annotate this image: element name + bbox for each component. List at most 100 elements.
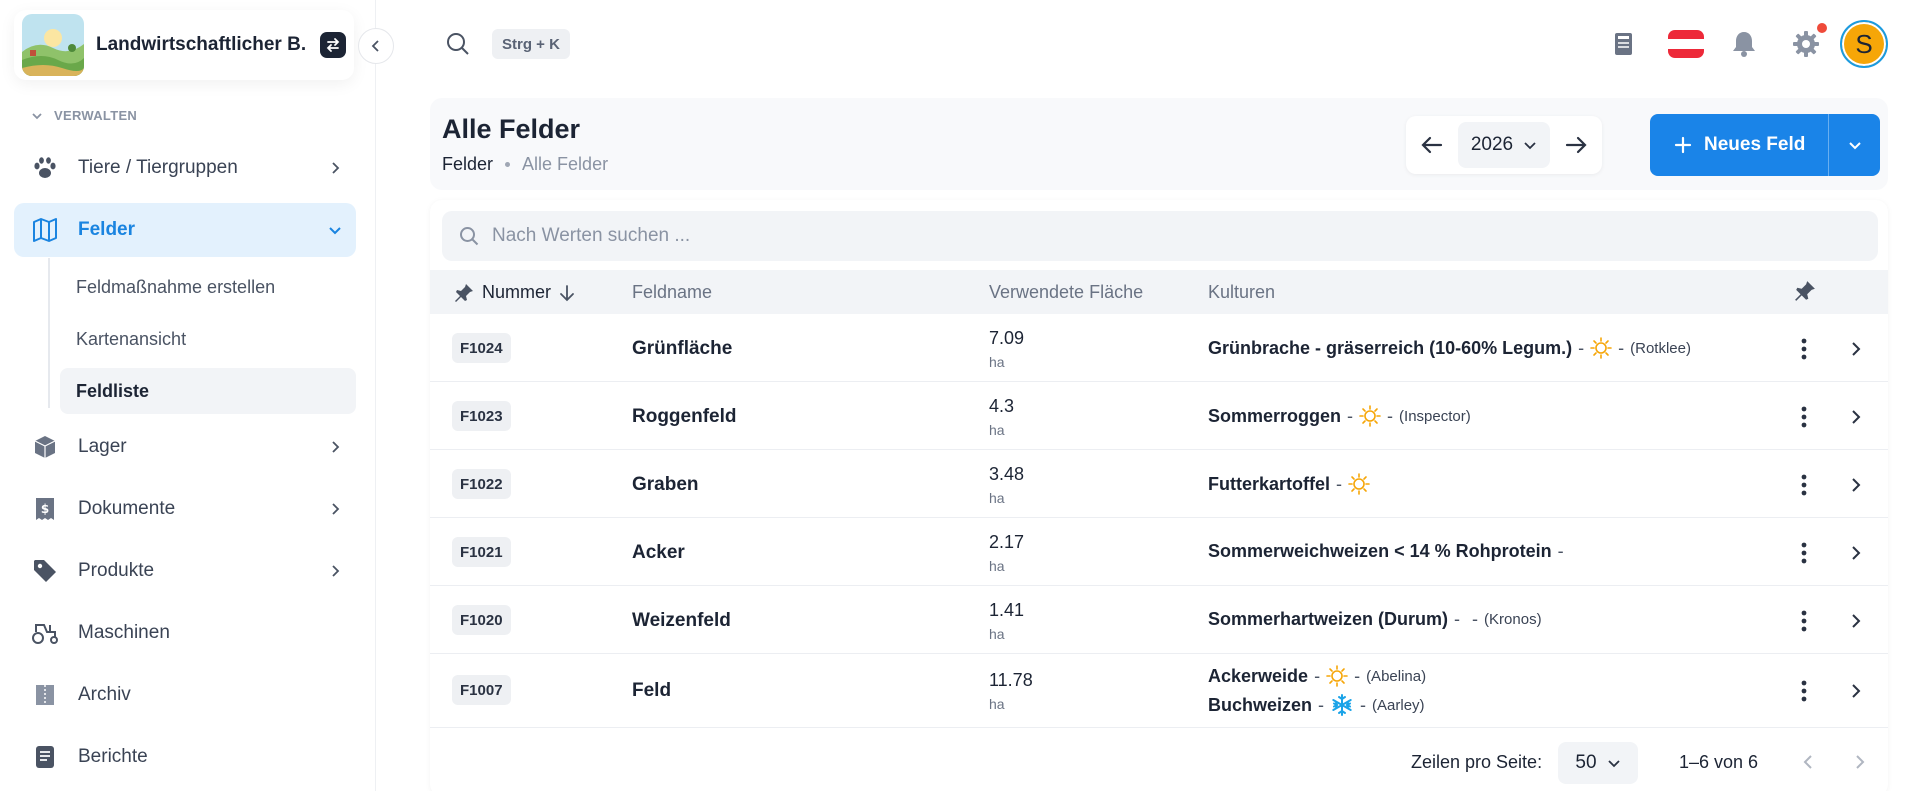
sidebar: Landwirtschaftlicher B... VERWALTEN Tier… bbox=[0, 0, 376, 791]
row-open-button[interactable] bbox=[1846, 471, 1866, 499]
new-field-options-button[interactable] bbox=[1829, 137, 1880, 153]
search-icon[interactable] bbox=[444, 30, 472, 58]
more-vertical-icon bbox=[1801, 610, 1807, 632]
user-avatar[interactable]: S bbox=[1840, 20, 1888, 68]
table-search[interactable] bbox=[442, 211, 1878, 261]
more-vertical-icon bbox=[1801, 542, 1807, 564]
culture-entry: Sommerhartweizen (Durum) - - (Kronos) bbox=[1208, 609, 1542, 629]
bell-icon[interactable] bbox=[1726, 26, 1762, 62]
collapse-sidebar-button[interactable] bbox=[358, 28, 394, 64]
sidebar-item-tiere[interactable]: Tiere / Tiergruppen bbox=[14, 141, 356, 195]
box-icon bbox=[30, 432, 60, 462]
chevron-right-icon bbox=[1856, 755, 1865, 769]
column-header-nummer[interactable]: Nummer bbox=[454, 282, 575, 303]
field-area: 7.09 bbox=[989, 328, 1025, 348]
more-vertical-icon bbox=[1801, 474, 1807, 496]
field-name: Graben bbox=[632, 474, 699, 495]
field-name: Feld bbox=[632, 680, 672, 701]
chevron-right-icon bbox=[332, 565, 340, 577]
row-menu-button[interactable] bbox=[1794, 539, 1814, 567]
submenu-line bbox=[48, 258, 50, 408]
sidebar-item-dokumente[interactable]: $ Dokumente bbox=[14, 482, 356, 536]
row-menu-button[interactable] bbox=[1794, 471, 1814, 499]
field-number-badge: F1022 bbox=[452, 469, 511, 499]
sidebar-subitem-feldliste[interactable]: Feldliste bbox=[60, 368, 356, 414]
tractor-icon bbox=[30, 618, 60, 648]
previous-page-button[interactable] bbox=[1794, 748, 1822, 776]
language-flag-icon[interactable] bbox=[1664, 26, 1708, 62]
culture-entry: Futterkartoffel - bbox=[1208, 473, 1370, 495]
pin-columns-icon[interactable] bbox=[1794, 280, 1816, 302]
page-title: Alle Felder bbox=[442, 114, 581, 144]
sidebar-item-lager[interactable]: Lager bbox=[14, 420, 356, 474]
sidebar-subitem-kartenansicht[interactable]: Kartenansicht bbox=[60, 316, 356, 362]
rows-per-page-select[interactable]: 50 bbox=[1558, 742, 1638, 784]
chevron-down-icon bbox=[32, 112, 42, 119]
row-open-button[interactable] bbox=[1846, 677, 1866, 705]
chevron-right-icon bbox=[332, 503, 340, 515]
column-header-feldname[interactable]: Feldname bbox=[632, 282, 712, 303]
field-name: Weizenfeld bbox=[632, 610, 731, 631]
map-icon bbox=[30, 215, 60, 245]
field-area: 11.78 bbox=[989, 670, 1033, 690]
sidebar-item-berichte[interactable]: Berichte bbox=[14, 730, 356, 784]
field-name: Grünfläche bbox=[632, 338, 733, 359]
culture-entry: Buchweizen - - (Aarley) bbox=[1208, 693, 1425, 717]
sidebar-item-maschinen[interactable]: Maschinen bbox=[14, 606, 356, 660]
sidebar-item-archiv[interactable]: Archiv bbox=[14, 668, 356, 722]
row-open-button[interactable] bbox=[1846, 607, 1866, 635]
culture-entry: Grünbrache - gräserreich (10-60% Legum.)… bbox=[1208, 337, 1691, 359]
column-header-kulturen[interactable]: Kulturen bbox=[1208, 282, 1275, 303]
breadcrumb-felder[interactable]: Felder bbox=[442, 154, 493, 175]
row-open-button[interactable] bbox=[1846, 539, 1866, 567]
farm-switcher[interactable]: Landwirtschaftlicher B... bbox=[14, 10, 354, 80]
previous-year-button[interactable] bbox=[1406, 116, 1458, 174]
sidebar-subitem-feldmassnahme[interactable]: Feldmaßnahme erstellen bbox=[60, 264, 356, 310]
chevron-right-icon bbox=[1852, 546, 1861, 560]
arrow-down-icon bbox=[560, 284, 574, 301]
field-number-badge: F1021 bbox=[452, 537, 511, 567]
field-area-unit: ha bbox=[989, 626, 1005, 642]
chevron-right-icon bbox=[1852, 478, 1861, 492]
year-dropdown[interactable]: 2026 bbox=[1457, 122, 1551, 168]
next-page-button[interactable] bbox=[1846, 748, 1874, 776]
row-menu-button[interactable] bbox=[1794, 403, 1814, 431]
plus-icon bbox=[1674, 136, 1692, 154]
row-menu-button[interactable] bbox=[1794, 677, 1814, 705]
sun-icon bbox=[1326, 665, 1348, 687]
section-verwalten[interactable]: VERWALTEN bbox=[30, 108, 137, 123]
row-menu-button[interactable] bbox=[1794, 607, 1814, 635]
culture-entry: Ackerweide - - (Abelina) bbox=[1208, 665, 1427, 687]
more-vertical-icon bbox=[1801, 338, 1807, 360]
search-icon bbox=[460, 227, 479, 246]
breadcrumb: Felder Alle Felder bbox=[442, 154, 608, 175]
row-menu-button[interactable] bbox=[1794, 335, 1814, 363]
snowflake-icon bbox=[1330, 693, 1354, 717]
farm-name: Landwirtschaftlicher B... bbox=[96, 34, 306, 55]
field-area-unit: ha bbox=[989, 558, 1005, 574]
rows-per-page-label: Zeilen pro Seite: bbox=[1411, 752, 1543, 772]
book-icon[interactable] bbox=[1606, 26, 1642, 62]
chevron-left-icon bbox=[1803, 755, 1812, 769]
chevron-right-icon bbox=[1852, 614, 1861, 628]
next-year-button[interactable] bbox=[1550, 116, 1602, 174]
year-selector: 2026 bbox=[1406, 116, 1602, 174]
notification-dot bbox=[1817, 23, 1827, 33]
row-open-button[interactable] bbox=[1846, 335, 1866, 363]
sidebar-item-produkte[interactable]: Produkte bbox=[14, 544, 356, 598]
new-field-button[interactable]: Neues Feld bbox=[1650, 114, 1828, 176]
field-number-badge: F1023 bbox=[452, 401, 511, 431]
field-name: Roggenfeld bbox=[632, 406, 737, 427]
switch-farm-icon[interactable] bbox=[320, 32, 346, 58]
sun-icon bbox=[1348, 473, 1370, 495]
chevron-down-icon bbox=[329, 227, 341, 235]
arrow-left-icon bbox=[1421, 136, 1442, 154]
sidebar-item-felder[interactable]: Felder bbox=[14, 203, 356, 257]
field-number-badge: F1007 bbox=[452, 675, 511, 705]
chevron-down-icon bbox=[1848, 142, 1861, 150]
sun-icon bbox=[1359, 405, 1381, 427]
row-open-button[interactable] bbox=[1846, 403, 1866, 431]
column-header-flaeche[interactable]: Verwendete Fläche bbox=[989, 282, 1143, 303]
field-area: 4.3 bbox=[989, 396, 1015, 416]
search-input[interactable] bbox=[492, 225, 1792, 247]
